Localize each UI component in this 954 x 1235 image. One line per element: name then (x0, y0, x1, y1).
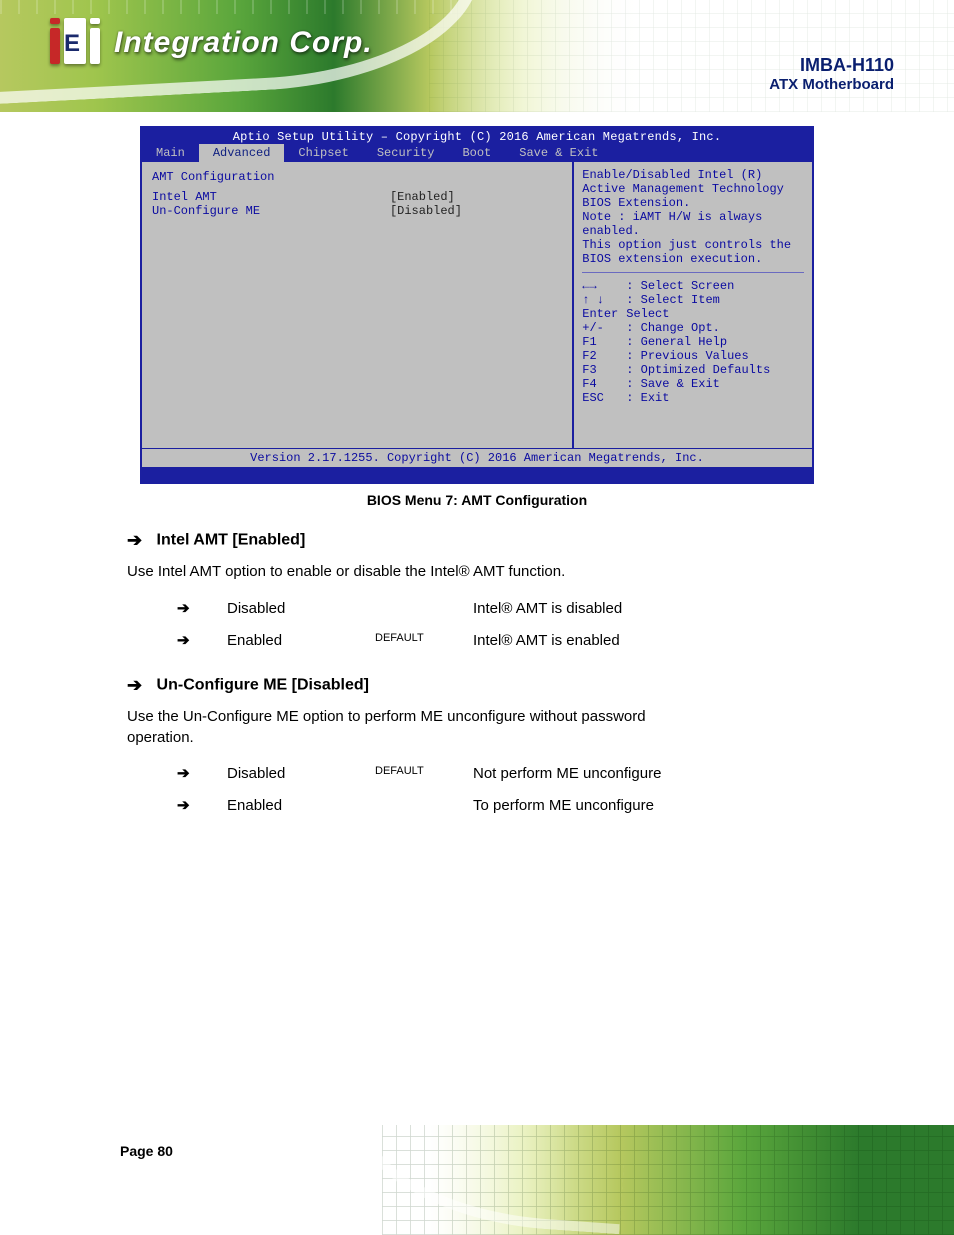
help-line: This option just controls the (582, 238, 804, 252)
table-row: ➔ Enabled To perform ME unconfigure (163, 790, 817, 822)
table-row: ➔ Enabled DEFAULT Intel® AMT is enabled (163, 625, 817, 657)
iei-logo-icon: E (50, 18, 104, 68)
tab-boot[interactable]: Boot (448, 144, 505, 162)
option-heading-text: Intel AMT [Enabled] (157, 531, 306, 548)
help-line: Note : iAMT H/W is always (582, 210, 804, 224)
bios-footer-bar (142, 468, 812, 482)
key-desc: : Select Screen (626, 279, 734, 293)
bios-titlebar: Aptio Setup Utility – Copyright (C) 2016… (142, 128, 812, 144)
arrow-icon: ➔ (177, 632, 190, 649)
value-default: DEFAULT (361, 758, 459, 790)
key-esc: ESC (582, 391, 622, 405)
page-number: Page 80 (120, 1143, 173, 1159)
value-name: Disabled (213, 593, 361, 625)
option-heading-text: Un-Configure ME [Disabled] (157, 676, 369, 693)
product-type: ATX Motherboard (769, 76, 894, 93)
brand-logo-text: Integration Corp. (114, 26, 373, 60)
option-desc-line: operation. (127, 729, 194, 746)
value-default: DEFAULT (361, 625, 459, 657)
tab-security[interactable]: Security (363, 144, 449, 162)
decor-edge-circuit (0, 0, 458, 14)
help-line: BIOS Extension. (582, 196, 804, 210)
value-text: Intel® AMT is enabled (459, 625, 817, 657)
bios-help-pane: Enable/Disabled Intel (R) Active Managem… (574, 162, 812, 448)
key-enter: Enter (582, 307, 622, 321)
help-line: enabled. (582, 224, 804, 238)
page-header-banner: E Integration Corp. IMBA-H110 ATX Mother… (0, 0, 954, 112)
key-desc: Select (626, 307, 669, 321)
product-label: IMBA-H110 ATX Motherboard (769, 55, 894, 93)
key-desc: : Save & Exit (626, 377, 720, 391)
key-f2: F2 (582, 349, 622, 363)
value-name: Disabled (213, 758, 361, 790)
key-f1: F1 (582, 335, 622, 349)
option-description: Use the Un-Configure ME option to perfor… (127, 707, 827, 748)
key-desc: : Optimized Defaults (626, 363, 770, 377)
table-row: ➔ Disabled DEFAULT Not perform ME unconf… (163, 758, 817, 790)
bios-footer-version: Version 2.17.1255. Copyright (C) 2016 Am… (142, 448, 812, 468)
value-text: Intel® AMT is disabled (459, 593, 817, 625)
arrow-icon: ➔ (177, 600, 190, 617)
bios-item-unconfigure-me-label[interactable]: Un-Configure ME (152, 204, 390, 218)
page-footer-banner: Page 80 (0, 1125, 954, 1235)
bios-item-intel-amt-value[interactable]: [Enabled] (390, 190, 455, 204)
key-f4: F4 (582, 377, 622, 391)
tab-main[interactable]: Main (142, 144, 199, 162)
page-number-line: Page 80 (120, 1143, 173, 1159)
help-line: Active Management Technology (582, 182, 804, 196)
product-name: IMBA-H110 (769, 55, 894, 76)
arrow-icon: ➔ (177, 765, 190, 782)
arrow-icon: ➔ (127, 675, 142, 695)
value-text: Not perform ME unconfigure (459, 758, 817, 790)
key-left-right-icon: ←→ (582, 279, 622, 293)
help-line: Enable/Disabled Intel (R) (582, 168, 804, 182)
arrow-icon: ➔ (177, 797, 190, 814)
arrow-icon: ➔ (127, 530, 142, 550)
document-body: ➔ Intel AMT [Enabled] Use Intel AMT opti… (127, 528, 827, 822)
tab-advanced[interactable]: Advanced (199, 144, 285, 162)
tab-chipset[interactable]: Chipset (284, 144, 362, 162)
key-desc: : Select Item (626, 293, 720, 307)
key-desc: : Previous Values (626, 349, 748, 363)
key-desc: : General Help (626, 335, 727, 349)
value-default (361, 790, 459, 822)
tab-save-exit[interactable]: Save & Exit (505, 144, 612, 162)
key-plus-minus: +/- (582, 321, 622, 335)
key-desc: : Exit (626, 391, 669, 405)
value-name: Enabled (213, 790, 361, 822)
key-desc: : Change Opt. (626, 321, 720, 335)
key-up-down-icon: ↑ ↓ (582, 293, 622, 307)
table-row: ➔ Disabled Intel® AMT is disabled (163, 593, 817, 625)
value-name: Enabled (213, 625, 361, 657)
option-heading-intel-amt: ➔ Intel AMT [Enabled] (127, 528, 827, 552)
help-line: BIOS extension execution. (582, 252, 804, 266)
brand-logo: E Integration Corp. (50, 18, 373, 68)
bios-item-intel-amt-label[interactable]: Intel AMT (152, 190, 390, 204)
option-values-table: ➔ Disabled DEFAULT Not perform ME unconf… (163, 758, 817, 823)
option-desc-line: Use the Un-Configure ME option to perfor… (127, 708, 646, 725)
bios-left-pane: AMT Configuration Intel AMT [Enabled] Un… (142, 162, 574, 448)
option-description: Use Intel AMT option to enable or disabl… (127, 562, 827, 582)
bios-item-unconfigure-me-value[interactable]: [Disabled] (390, 204, 462, 218)
option-values-table: ➔ Disabled Intel® AMT is disabled ➔ Enab… (163, 593, 817, 658)
figure-caption: BIOS Menu 7: AMT Configuration (0, 492, 954, 508)
key-f3: F3 (582, 363, 622, 377)
bios-window: Aptio Setup Utility – Copyright (C) 2016… (140, 126, 814, 484)
bios-tabs: Main Advanced Chipset Security Boot Save… (142, 144, 812, 162)
value-text: To perform ME unconfigure (459, 790, 817, 822)
value-default (361, 593, 459, 625)
option-heading-unconfigure-me: ➔ Un-Configure ME [Disabled] (127, 673, 827, 697)
bios-section-title: AMT Configuration (152, 170, 390, 184)
